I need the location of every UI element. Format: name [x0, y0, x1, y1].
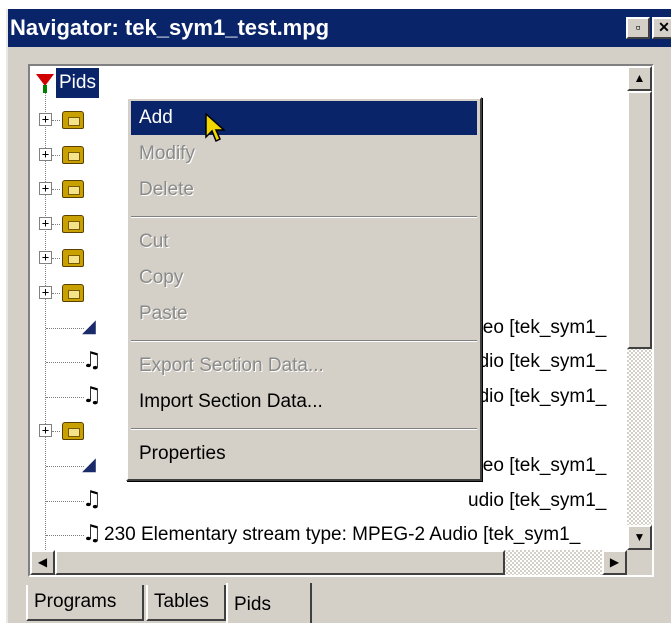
menu-separator	[131, 428, 477, 430]
tree-branch-line	[52, 431, 60, 433]
video-stream-icon: ◢	[82, 315, 96, 337]
vertical-scrollbar[interactable]: ▲ ▼	[627, 66, 652, 550]
scroll-up-button[interactable]: ▲	[627, 66, 652, 91]
scrollbar-corner	[627, 550, 652, 575]
vertical-scroll-thumb[interactable]	[627, 91, 652, 349]
program-folder-icon	[62, 284, 84, 302]
horizontal-scroll-thumb[interactable]	[55, 550, 505, 575]
menu-item-paste: Paste	[139, 303, 188, 324]
program-folder-icon	[62, 249, 84, 268]
tree-row[interactable]: ♫ 230 Elementary stream type: MPEG-2 Audi…	[30, 517, 627, 550]
scroll-right-button[interactable]: ▶	[602, 550, 627, 575]
tab-tables[interactable]: Tables	[146, 585, 226, 621]
program-folder-icon	[62, 111, 84, 129]
tree-row-label: udio [tek_sym1_	[468, 385, 607, 407]
program-folder-icon	[62, 145, 84, 164]
window-title: Navigator: tek_sym1_test.mpg	[10, 15, 330, 40]
navigator-window: Navigator: tek_sym1_test.mpg ▫ ✕ Pids + +…	[6, 9, 671, 623]
restore-button[interactable]: ▫	[626, 17, 650, 39]
tree-branch-line	[46, 466, 84, 467]
tree-row-label: udio [tek_sym1_	[468, 489, 607, 511]
menu-item-import-section-data[interactable]: Import Section Data...	[131, 385, 477, 419]
scroll-left-button[interactable]: ◀	[30, 550, 55, 575]
tree-branch-line	[46, 396, 84, 398]
horizontal-scrollbar[interactable]: ◀ ▶	[30, 550, 627, 575]
audio-stream-icon: ♫	[82, 348, 102, 374]
audio-stream-icon: ♫	[82, 486, 102, 512]
context-menu: Add Modify Delete Cut Copy Paste Export Sectio…	[126, 97, 482, 481]
menu-separator	[131, 216, 477, 218]
scroll-down-button[interactable]: ▼	[627, 525, 652, 550]
tree-branch-line	[52, 223, 60, 225]
menu-item-add[interactable]: Add	[131, 101, 477, 135]
tree-branch-line	[52, 258, 60, 260]
tree-branch-line	[46, 535, 84, 537]
menu-item-cut: Cut	[139, 231, 169, 252]
tree-branch-line	[52, 189, 60, 191]
expand-toggle[interactable]: +	[39, 251, 52, 265]
tree-row-label: ideo [tek_sym1_	[468, 316, 607, 338]
tree-branch-line	[46, 327, 84, 329]
menu-item-properties[interactable]: Properties	[131, 437, 477, 471]
tab-pids[interactable]: Pids	[226, 583, 312, 623]
expand-toggle[interactable]: +	[39, 182, 52, 196]
tree-branch-line	[52, 120, 60, 121]
filter-icon-stem	[43, 85, 47, 93]
program-folder-icon	[62, 214, 84, 233]
tree-branch-line	[46, 500, 84, 502]
tree-row[interactable]: ♫ udio [tek_sym1_	[30, 483, 627, 519]
tree-branch-line	[52, 154, 60, 156]
menu-item-modify: Modify	[139, 143, 195, 164]
menu-item-copy: Copy	[139, 267, 184, 288]
audio-stream-icon: ♫	[82, 521, 102, 547]
menu-item-delete: Delete	[139, 179, 194, 200]
program-folder-icon	[62, 422, 84, 441]
tree-branch-line	[52, 293, 60, 294]
menu-item-export-section-data: Export Section Data...	[139, 355, 324, 376]
expand-toggle[interactable]: +	[39, 424, 52, 438]
tree-row-label: udio [tek_sym1_	[468, 351, 607, 373]
tree-root-label[interactable]: Pids	[56, 68, 99, 98]
expand-toggle[interactable]: +	[39, 286, 52, 299]
video-stream-icon: ◢	[82, 454, 96, 475]
tree-row-label: ideo [tek_sym1_	[468, 455, 607, 476]
expand-toggle[interactable]: +	[39, 216, 52, 230]
tab-programs[interactable]: Programs	[26, 585, 144, 621]
tree-branch-line	[46, 362, 84, 364]
title-bar[interactable]: Navigator: tek_sym1_test.mpg ▫ ✕	[8, 9, 671, 47]
expand-toggle[interactable]: +	[39, 113, 52, 126]
tree-row-label: 230 Elementary stream type: MPEG-2 Audio…	[104, 524, 581, 546]
mouse-cursor-icon	[205, 113, 226, 143]
program-folder-icon	[62, 180, 84, 199]
expand-toggle[interactable]: +	[39, 147, 52, 161]
close-button[interactable]: ✕	[652, 17, 671, 39]
menu-separator	[131, 340, 477, 342]
audio-stream-icon: ♫	[82, 382, 102, 408]
